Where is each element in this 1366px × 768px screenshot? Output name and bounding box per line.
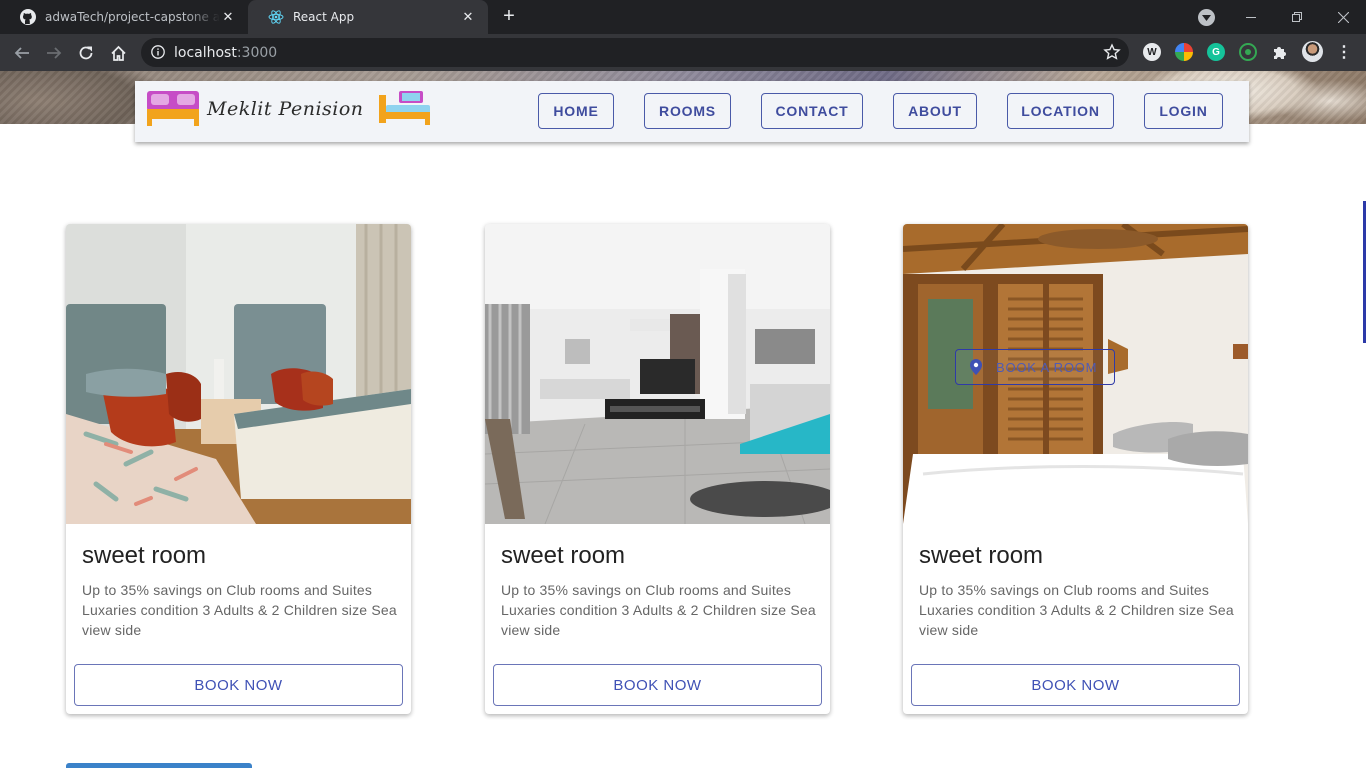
browser-tab-github[interactable]: adwaTech/project-capstone at ne ✕ bbox=[0, 0, 248, 34]
extension-w-icon[interactable]: W bbox=[1143, 43, 1161, 61]
book-a-room-label: BOOK A ROOM bbox=[996, 359, 1098, 375]
tab-search-icon[interactable] bbox=[1198, 9, 1215, 26]
browser-toolbar: localhost:3000 W G ⋮ bbox=[0, 34, 1366, 71]
address-bar[interactable]: localhost:3000 bbox=[141, 38, 1129, 67]
info-icon[interactable] bbox=[151, 45, 165, 59]
extension-color-icon[interactable] bbox=[1175, 43, 1193, 61]
room-image bbox=[66, 224, 411, 524]
url-text: localhost:3000 bbox=[174, 45, 277, 61]
tab-title: React App bbox=[293, 10, 355, 24]
github-icon bbox=[20, 9, 36, 25]
nav-location-button[interactable]: LOCATION bbox=[1007, 93, 1114, 129]
room-description: Up to 35% savings on Club rooms and Suit… bbox=[919, 582, 1234, 638]
room-title: sweet room bbox=[82, 542, 207, 569]
nav-about-button[interactable]: ABOUT bbox=[893, 93, 977, 129]
close-window-icon[interactable] bbox=[1320, 0, 1366, 34]
brand-logo[interactable]: Meklit Penision bbox=[145, 86, 435, 128]
page-viewport: Meklit Penision HOME ROOMS CONTACT ABOUT… bbox=[0, 71, 1366, 768]
close-icon[interactable]: ✕ bbox=[460, 9, 476, 25]
home-icon[interactable] bbox=[107, 42, 129, 64]
close-icon[interactable]: ✕ bbox=[220, 9, 236, 25]
minimize-icon[interactable] bbox=[1228, 0, 1274, 34]
bookmark-star-icon[interactable] bbox=[1103, 43, 1121, 61]
forward-icon[interactable] bbox=[43, 42, 65, 64]
room-title: sweet room bbox=[501, 542, 626, 569]
bed-icon bbox=[379, 91, 430, 125]
location-pin-icon bbox=[970, 359, 982, 375]
bed-icon bbox=[147, 91, 199, 126]
nav-login-button[interactable]: LOGIN bbox=[1144, 93, 1223, 129]
url-port: :3000 bbox=[236, 45, 278, 61]
extensions-puzzle-icon[interactable] bbox=[1271, 43, 1289, 61]
room-image bbox=[485, 224, 830, 524]
room-card: sweet room Up to 35% savings on Club roo… bbox=[66, 224, 411, 714]
grammarly-icon[interactable]: G bbox=[1207, 43, 1225, 61]
book-now-button[interactable]: BOOK NOW bbox=[493, 664, 822, 706]
tab-title: adwaTech/project-capstone at ne bbox=[45, 10, 220, 24]
nav-home-button[interactable]: HOME bbox=[538, 93, 614, 129]
book-now-button[interactable]: BOOK NOW bbox=[911, 664, 1240, 706]
react-icon bbox=[268, 9, 284, 25]
room-card: sweet room Up to 35% savings on Club roo… bbox=[485, 224, 830, 714]
kebab-menu-icon[interactable]: ⋮ bbox=[1335, 43, 1353, 61]
url-host: localhost bbox=[174, 45, 237, 61]
brand-name: Meklit Penision bbox=[207, 98, 364, 120]
room-description: Up to 35% savings on Club rooms and Suit… bbox=[82, 582, 397, 638]
extension-ring-icon[interactable] bbox=[1239, 43, 1257, 61]
profile-avatar[interactable] bbox=[1302, 41, 1323, 62]
room-description: Up to 35% savings on Club rooms and Suit… bbox=[501, 582, 816, 638]
room-card: BOOK A ROOM sweet room Up to 35% savings… bbox=[903, 224, 1248, 714]
new-tab-icon[interactable]: + bbox=[498, 6, 520, 28]
next-section-edge bbox=[66, 763, 252, 768]
book-now-button[interactable]: BOOK NOW bbox=[74, 664, 403, 706]
nav-contact-button[interactable]: CONTACT bbox=[761, 93, 863, 129]
browser-tab-react-app[interactable]: React App ✕ bbox=[248, 0, 488, 34]
book-a-room-button[interactable]: BOOK A ROOM bbox=[955, 349, 1115, 385]
back-icon[interactable] bbox=[11, 42, 33, 64]
reload-icon[interactable] bbox=[75, 42, 97, 64]
site-navbar: Meklit Penision HOME ROOMS CONTACT ABOUT… bbox=[135, 81, 1249, 142]
restore-icon[interactable] bbox=[1274, 0, 1320, 34]
browser-tab-strip: adwaTech/project-capstone at ne ✕ React … bbox=[0, 0, 1366, 34]
room-title: sweet room bbox=[919, 542, 1044, 569]
nav-rooms-button[interactable]: ROOMS bbox=[644, 93, 731, 129]
